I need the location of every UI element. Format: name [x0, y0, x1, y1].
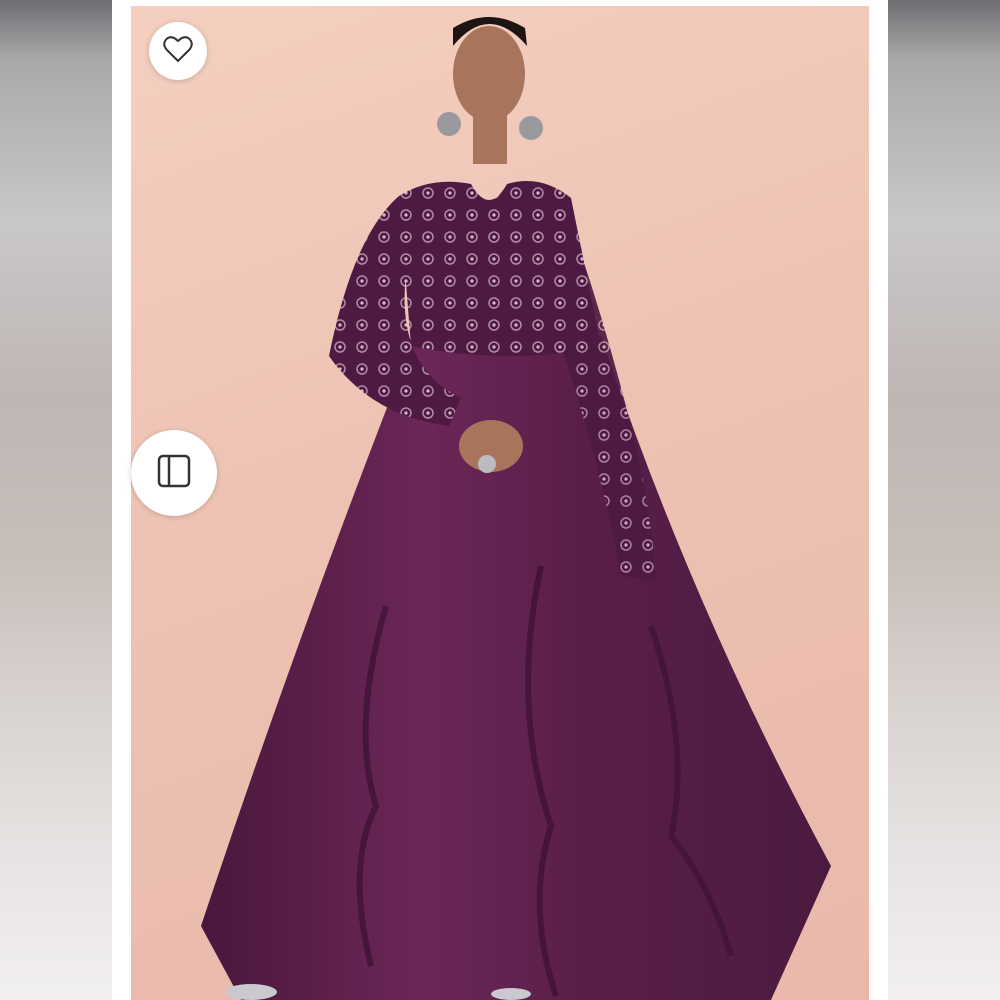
blurred-right-strip — [888, 0, 1000, 1000]
dress-illustration — [201, 17, 831, 1000]
product-image-frame — [112, 0, 888, 1000]
toggle-panel-button[interactable] — [131, 430, 217, 516]
shoe-right — [491, 988, 531, 1000]
model-neck — [473, 114, 507, 164]
model-face — [453, 26, 525, 122]
blurred-left-strip — [0, 0, 112, 1000]
earring-left — [437, 112, 461, 136]
sidebar-panel-icon — [157, 454, 191, 493]
product-photo[interactable] — [131, 6, 869, 1000]
shoe-left — [225, 984, 277, 1000]
earring-right — [519, 116, 543, 140]
image-viewer — [0, 0, 1000, 1000]
ring — [478, 455, 496, 473]
like-button[interactable] — [149, 22, 207, 80]
heart-outline-icon — [163, 35, 193, 68]
